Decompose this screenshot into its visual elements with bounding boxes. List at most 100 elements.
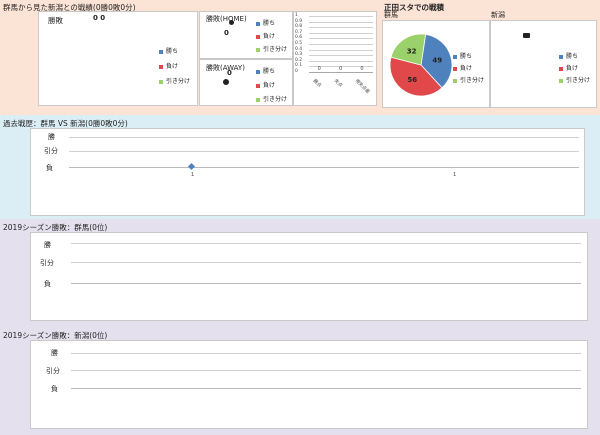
season-niigata-panel: 勝 引分 負 bbox=[30, 340, 588, 429]
gunma-legend-loss: 負け bbox=[453, 63, 472, 72]
bar-category-label: 得失点差 bbox=[354, 78, 371, 95]
niigata-legend-win: 勝ち bbox=[559, 51, 578, 60]
bar-gridline bbox=[309, 44, 373, 45]
away-value: 0 bbox=[227, 69, 232, 77]
niigata-legend-draw: 引き分け bbox=[559, 75, 590, 84]
loss-swatch-icon bbox=[453, 66, 457, 71]
loss-swatch-icon bbox=[559, 66, 563, 71]
history-row-draw: 引分 bbox=[44, 147, 58, 155]
niigata-label: 新潟 bbox=[491, 11, 505, 19]
overall-legend-loss: 負け bbox=[159, 61, 178, 70]
bar-y-tick-label: 0.4 bbox=[295, 46, 303, 52]
bar-y-tick-label: 0.6 bbox=[295, 35, 303, 41]
history-x-tick-2: 1 bbox=[453, 172, 457, 178]
draw-swatch-icon bbox=[559, 78, 563, 83]
bar-y-tick-label: 0 bbox=[295, 69, 298, 74]
bar-value-label: 0 bbox=[339, 66, 343, 72]
loss-swatch-icon bbox=[159, 64, 163, 69]
pie-data-label: 56 bbox=[407, 76, 417, 84]
bar-y-tick-label: 0.9 bbox=[295, 18, 303, 24]
away-legend-draw: 引き分け bbox=[256, 94, 287, 103]
bar-gridline bbox=[309, 32, 373, 34]
gunma-stadium-pie-chart: 49 56 32 bbox=[389, 33, 453, 97]
pie-data-label: 49 bbox=[432, 57, 442, 65]
niigata-stadium-panel: 勝ち 負け 引き分け bbox=[490, 20, 597, 108]
draw-swatch-icon bbox=[159, 79, 163, 84]
bar-value-label: 0 bbox=[360, 66, 364, 72]
draw-swatch-icon bbox=[453, 78, 457, 83]
history-x-tick-1: 1 bbox=[191, 172, 195, 178]
bar-gridline bbox=[309, 60, 373, 62]
home-pie-icon bbox=[229, 20, 234, 25]
bar-gridline bbox=[309, 16, 373, 17]
win-swatch-icon bbox=[256, 69, 260, 74]
history-row-win: 勝 bbox=[48, 133, 55, 141]
gunma-row-draw: 引分 bbox=[40, 259, 54, 267]
niigata-gridline-draw bbox=[71, 370, 581, 371]
gunma-legend-draw: 引き分け bbox=[453, 75, 484, 84]
gunma-row-loss: 負 bbox=[44, 280, 51, 288]
history-gridline-loss bbox=[69, 167, 579, 168]
pie-data-label: 32 bbox=[407, 47, 417, 55]
history-row-loss: 負 bbox=[46, 164, 53, 172]
loss-swatch-icon bbox=[256, 34, 260, 39]
niigata-pie-icon bbox=[523, 33, 530, 38]
bar-gridline bbox=[309, 72, 373, 73]
history-gridline-win bbox=[69, 137, 579, 138]
home-results-panel: 勝敗(HOME) 0 勝ち 負け 引き分け bbox=[199, 11, 293, 59]
history-chart-panel: 勝 引分 負 1 1 bbox=[30, 128, 585, 216]
bar-y-tick-label: 0.3 bbox=[295, 52, 303, 58]
bar-y-tick-label: 1 bbox=[295, 13, 298, 18]
away-label: 勝敗(AWAY) bbox=[206, 64, 245, 72]
overall-legend-draw: 引き分け bbox=[159, 76, 190, 85]
gunma-stadium-panel: 49 56 32 勝ち 負け 引き分け bbox=[382, 20, 490, 108]
home-label: 勝敗(HOME) bbox=[206, 15, 247, 23]
points-bar-chart-panel: 1 0.9 0.8 0.7 0.6 0.5 0.4 0.3 0.2 0.1 0 000 勝点 失点 得失… bbox=[293, 11, 377, 106]
gunma-gridline-loss bbox=[71, 283, 581, 284]
bar-y-tick-label: 0.8 bbox=[295, 24, 303, 30]
overall-label: 勝敗 bbox=[48, 16, 63, 25]
away-legend-win: 勝ち bbox=[256, 66, 275, 75]
draw-swatch-icon bbox=[256, 97, 260, 102]
bar-gridline bbox=[309, 49, 373, 51]
gunma-gridline-draw bbox=[71, 262, 581, 263]
away-legend-loss: 負け bbox=[256, 80, 275, 89]
bar-category-label: 勝点 bbox=[311, 78, 322, 89]
niigata-gridline-loss bbox=[71, 388, 581, 389]
bar-y-tick-label: 0.5 bbox=[295, 41, 303, 46]
loss-swatch-icon bbox=[256, 83, 260, 88]
away-pie-icon bbox=[223, 79, 229, 85]
overall-legend-win: 勝ち bbox=[159, 46, 178, 55]
overall-value: 0 0 bbox=[93, 14, 106, 22]
draw-swatch-icon bbox=[256, 47, 260, 52]
bar-category-label: 失点 bbox=[332, 78, 343, 89]
gunma-label: 群馬 bbox=[384, 11, 398, 19]
win-swatch-icon bbox=[559, 54, 563, 59]
niigata-legend-loss: 負け bbox=[559, 63, 578, 72]
home-legend-draw: 引き分け bbox=[256, 44, 287, 53]
overall-results-panel: 勝敗 0 0 勝ち 負け 引き分け bbox=[38, 11, 198, 106]
home-legend-win: 勝ち bbox=[256, 18, 275, 27]
niigata-row-loss: 負 bbox=[51, 385, 58, 393]
gunma-row-win: 勝 bbox=[44, 241, 51, 249]
bar-gridline bbox=[309, 27, 373, 29]
bar-gridline bbox=[309, 55, 373, 57]
win-swatch-icon bbox=[453, 54, 457, 59]
home-value: 0 bbox=[224, 29, 229, 37]
niigata-row-win: 勝 bbox=[51, 349, 58, 357]
bar-y-tick-label: 0.1 bbox=[295, 63, 303, 69]
win-swatch-icon bbox=[256, 21, 260, 26]
gunma-gridline-win bbox=[71, 243, 581, 244]
gunma-legend-win: 勝ち bbox=[453, 51, 472, 60]
niigata-row-draw: 引分 bbox=[46, 367, 60, 375]
win-swatch-icon bbox=[159, 49, 163, 54]
bar-value-label: 0 bbox=[317, 66, 321, 72]
bar-gridline bbox=[309, 38, 373, 40]
away-results-panel: 勝敗(AWAY) 0 勝ち 負け 引き分け bbox=[199, 59, 293, 106]
bar-gridline bbox=[309, 21, 373, 23]
niigata-gridline-win bbox=[71, 353, 581, 354]
history-gridline-draw bbox=[69, 151, 579, 152]
season-gunma-panel: 勝 引分 負 bbox=[30, 232, 588, 321]
home-legend-loss: 負け bbox=[256, 31, 275, 40]
history-data-point-icon bbox=[187, 162, 196, 171]
